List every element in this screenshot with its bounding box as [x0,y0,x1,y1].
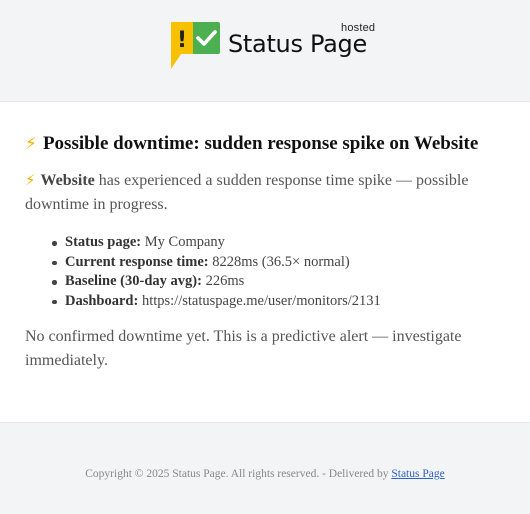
logo-text: Status Page [228,30,367,58]
footer-copyright: Copyright © 2025 Status Page. All rights… [0,468,530,480]
status-page-logo[interactable]: ! hosted Status Page [169,21,379,71]
alert-title-text: Possible downtime: sudden response spike… [42,133,479,154]
monitor-name: Website [40,172,95,189]
logo-mark: ! [177,28,187,53]
detail-label: Current response time: [65,253,209,270]
alert-title: ⚡ Possible downtime: sudden response spik… [25,133,478,155]
status-page-link[interactable]: Status Page [391,468,444,480]
detail-value: 8228ms (36.5× normal) [212,253,350,270]
dashboard-url: https://statuspage.me/user/monitors/2131 [141,292,381,309]
detail-value: 226ms [205,273,245,289]
alert-intro: ⚡ Website has experienced a sudden respon… [25,168,495,217]
detail-baseline: Baseline (30-day avg): 226ms [52,272,381,292]
lightning-bolt-icon: ⚡ [25,134,37,154]
detail-status-page: Status page: My Company [52,233,381,253]
detail-label: Baseline (30-day avg): [65,273,202,289]
detail-value: My Company [144,234,225,250]
alert-details-list: Status page: My Company Current response… [25,233,381,311]
detail-current-response-time: Current response time: 8228ms (36.5× nor… [52,253,381,273]
detail-label: Status page: [65,234,142,250]
email-header: ! hosted Status Page [0,0,530,101]
alert-closing: No confirmed downtime yet. This is a pre… [25,328,462,369]
email-body: ⚡ Possible downtime: sudden response spik… [0,101,530,423]
copyright-text: Copyright © 2025 Status Page. All rights… [85,468,389,480]
detail-label: Dashboard: [65,292,139,309]
lightning-bolt-icon: ⚡ [25,171,36,189]
detail-dashboard: Dashboard: https://statuspage.me/user/mo… [52,292,381,312]
speech-bubble-check-icon: ! [171,22,220,69]
email-footer: Copyright © 2025 Status Page. All rights… [0,423,530,513]
